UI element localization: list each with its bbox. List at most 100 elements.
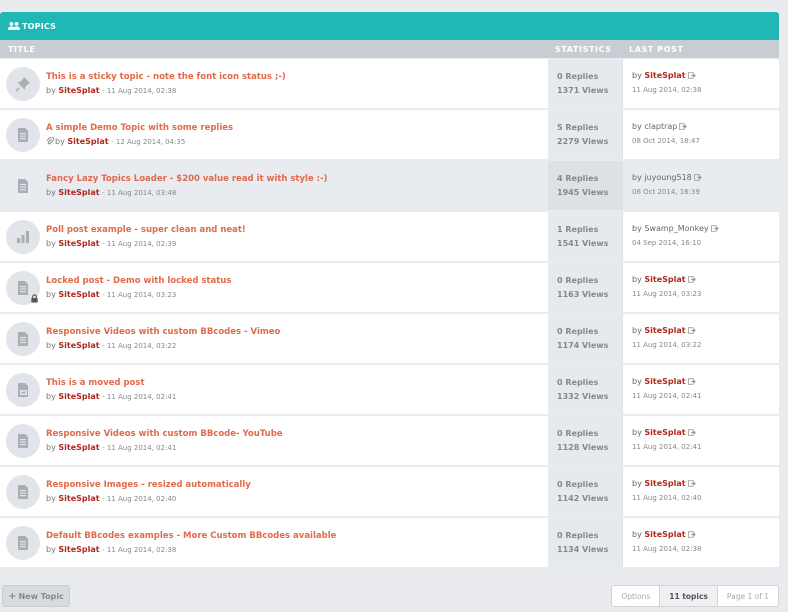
topic-main: Fancy Lazy Topics Loader - $200 value re… xyxy=(0,161,548,210)
topic-title-link[interactable]: Fancy Lazy Topics Loader - $200 value re… xyxy=(46,172,327,186)
go-to-last-post-icon[interactable] xyxy=(687,480,696,487)
page-indicator: Page 1 of 1 xyxy=(716,586,778,606)
go-to-last-post-icon[interactable] xyxy=(687,276,696,283)
document-icon xyxy=(15,178,31,194)
author-link[interactable]: SiteSplat xyxy=(58,392,99,401)
by-label: by xyxy=(46,391,56,401)
topic-meta: by SiteSplat - 11 Aug 2014, 03:48 xyxy=(46,186,327,200)
last-post-user-link[interactable]: SiteSplat xyxy=(644,428,685,437)
go-to-last-post-icon[interactable] xyxy=(687,429,696,436)
topic-row: Locked post - Demo with locked status by … xyxy=(0,263,779,312)
last-post-user-link[interactable]: SiteSplat xyxy=(644,377,685,386)
topic-stats: 4 Replies 1945 Views xyxy=(548,161,622,210)
last-post-user-link[interactable]: SiteSplat xyxy=(644,326,685,335)
topic-stats: 0 Replies 1332 Views xyxy=(548,365,622,414)
topic-row: Poll post example - super clean and neat… xyxy=(0,212,779,261)
author-link[interactable]: SiteSplat xyxy=(58,86,99,95)
last-post-user-link[interactable]: SiteSplat xyxy=(644,71,685,80)
last-post-date: 11 Aug 2014, 02:38 xyxy=(632,86,702,94)
topic-info: Responsive Videos with custom BBcodes - … xyxy=(46,325,280,353)
topic-status xyxy=(6,169,40,203)
last-post: by SiteSplat 11 Aug 2014, 02:38 xyxy=(622,518,779,567)
document-icon xyxy=(15,331,31,347)
last-post-user-link[interactable]: SiteSplat xyxy=(644,275,685,284)
topic-date: - 11 Aug 2014, 02:41 xyxy=(102,443,177,452)
topic-date: - 12 Aug 2014, 04:35 xyxy=(111,137,186,146)
topic-title-link[interactable]: Default BBcodes examples - More Custom B… xyxy=(46,529,336,543)
panel-title: TOPICS xyxy=(22,21,57,31)
by-label: by xyxy=(46,544,56,554)
author-link[interactable]: SiteSplat xyxy=(58,494,99,503)
go-to-last-post-icon[interactable] xyxy=(679,123,688,130)
by-label: by xyxy=(632,530,642,539)
last-post-date: 04 Sep 2014, 16:10 xyxy=(632,239,701,247)
topic-date: - 11 Aug 2014, 02:39 xyxy=(102,239,177,248)
topic-row: This is a moved post by SiteSplat - 11 Au… xyxy=(0,365,779,414)
topic-meta: by SiteSplat - 11 Aug 2014, 02:41 xyxy=(46,390,176,404)
topic-meta: by SiteSplat - 11 Aug 2014, 02:39 xyxy=(46,237,246,251)
new-topic-label: New Topic xyxy=(18,591,64,601)
last-post-user-link[interactable]: SiteSplat xyxy=(644,479,685,488)
go-to-last-post-icon[interactable] xyxy=(687,531,696,538)
topic-meta: by SiteSplat - 12 Aug 2014, 04:35 xyxy=(46,135,233,149)
author-link[interactable]: SiteSplat xyxy=(58,239,99,248)
topic-meta: by SiteSplat - 11 Aug 2014, 02:40 xyxy=(46,492,251,506)
column-title: TITLE xyxy=(8,44,36,54)
topic-main: Poll post example - super clean and neat… xyxy=(0,212,548,261)
view-count: 1541 Views xyxy=(557,239,609,248)
panel-header: TOPICS xyxy=(0,12,779,40)
reply-count: 0 Replies xyxy=(557,480,599,489)
topic-status xyxy=(6,117,40,152)
last-post-user-link[interactable]: claptrap xyxy=(644,122,677,131)
topic-info: A simple Demo Topic with some replies by … xyxy=(46,121,233,149)
topic-title-link[interactable]: This is a sticky topic - note the font i… xyxy=(46,70,286,84)
topic-info: Locked post - Demo with locked status by … xyxy=(46,274,231,302)
go-to-last-post-icon[interactable] xyxy=(687,378,696,385)
topic-meta: by SiteSplat - 11 Aug 2014, 02:38 xyxy=(46,84,286,98)
topic-date: - 11 Aug 2014, 03:22 xyxy=(102,341,177,350)
last-post-date: 11 Aug 2014, 02:41 xyxy=(632,392,702,400)
by-label: by xyxy=(632,71,642,80)
author-link[interactable]: SiteSplat xyxy=(58,188,99,197)
topic-title-link[interactable]: Poll post example - super clean and neat… xyxy=(46,223,246,237)
footer-bar: + New Topic Options 11 topics Page 1 of … xyxy=(0,585,779,607)
author-link[interactable]: SiteSplat xyxy=(67,137,108,146)
topic-main: Responsive Images - resized automaticall… xyxy=(0,467,548,516)
last-post-date: 11 Aug 2014, 02:40 xyxy=(632,494,702,502)
author-link[interactable]: SiteSplat xyxy=(58,341,99,350)
new-topic-button[interactable]: + New Topic xyxy=(2,585,70,607)
author-link[interactable]: SiteSplat xyxy=(58,290,99,299)
view-count: 1128 Views xyxy=(557,443,609,452)
options-button[interactable]: Options xyxy=(612,586,659,606)
last-post: by SiteSplat 11 Aug 2014, 02:41 xyxy=(622,365,779,414)
topic-status xyxy=(6,525,40,560)
last-post: by SiteSplat 11 Aug 2014, 03:22 xyxy=(622,314,779,363)
go-to-last-post-icon[interactable] xyxy=(687,327,696,334)
topic-title-link[interactable]: Responsive Videos with custom BBcode- Yo… xyxy=(46,427,283,441)
author-link[interactable]: SiteSplat xyxy=(58,443,99,452)
by-label: by xyxy=(46,442,56,452)
last-post-user-link[interactable]: SiteSplat xyxy=(644,530,685,539)
plus-icon: + xyxy=(8,590,17,602)
topic-info: This is a moved post by SiteSplat - 11 Au… xyxy=(46,376,176,404)
by-label: by xyxy=(632,479,642,488)
go-to-last-post-icon[interactable] xyxy=(693,174,702,181)
topic-title-link[interactable]: This is a moved post xyxy=(46,376,176,390)
last-post-user-link[interactable]: juyoung518 xyxy=(644,173,691,182)
poll-icon xyxy=(15,229,31,245)
topic-title-link[interactable]: Responsive Videos with custom BBcodes - … xyxy=(46,325,280,339)
last-post-user-link[interactable]: Swamp_Monkey xyxy=(644,224,708,233)
go-to-last-post-icon[interactable] xyxy=(710,225,719,232)
topic-stats: 0 Replies 1174 Views xyxy=(548,314,622,363)
go-to-last-post-icon[interactable] xyxy=(687,72,696,79)
author-link[interactable]: SiteSplat xyxy=(58,545,99,554)
topic-list: This is a sticky topic - note the font i… xyxy=(0,59,779,567)
topic-row: Responsive Images - resized automaticall… xyxy=(0,467,779,516)
last-post: by SiteSplat 11 Aug 2014, 02:40 xyxy=(622,467,779,516)
topic-meta: by SiteSplat - 11 Aug 2014, 02:38 xyxy=(46,543,336,557)
topic-title-link[interactable]: A simple Demo Topic with some replies xyxy=(46,121,233,135)
by-label: by xyxy=(46,493,56,503)
topic-title-link[interactable]: Locked post - Demo with locked status xyxy=(46,274,231,288)
topic-title-link[interactable]: Responsive Images - resized automaticall… xyxy=(46,478,251,492)
lock-icon xyxy=(31,293,38,303)
